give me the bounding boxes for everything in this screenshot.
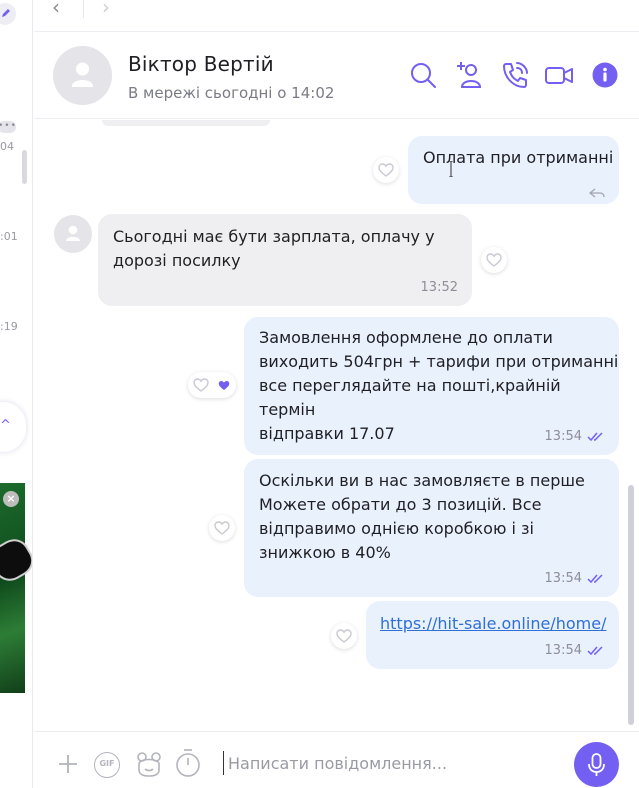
guitar-image	[0, 533, 32, 587]
forward-arrow-icon[interactable]: ›	[102, 0, 110, 17]
chat-time: :19	[0, 320, 18, 333]
like-button[interactable]	[481, 247, 507, 273]
info-icon[interactable]	[590, 60, 620, 90]
close-ad-icon[interactable]: ×	[3, 491, 19, 507]
message-meta: 13:54	[545, 567, 605, 591]
scroll-up-button[interactable]: ^	[0, 402, 26, 452]
gif-icon[interactable]: GIF	[94, 752, 120, 778]
message-meta: 13:54	[545, 425, 605, 449]
timer-icon[interactable]	[175, 748, 201, 778]
message-time: 13:54	[544, 643, 582, 658]
heart-icon	[486, 253, 502, 267]
ad-banner[interactable]	[0, 483, 32, 693]
user-placeholder-icon	[66, 225, 80, 241]
voice-message-button[interactable]	[574, 742, 619, 787]
chevron-up-icon: ^	[0, 418, 11, 433]
message-input[interactable]	[226, 747, 556, 779]
back-arrow-icon[interactable]: ‹	[52, 0, 60, 17]
sender-avatar[interactable]	[54, 215, 92, 253]
message-bubble-outgoing[interactable]: Оплата при отриманні	[408, 136, 619, 204]
heart-icon	[378, 163, 394, 177]
chat-header: Віктор Вертій В мережі сьогодні о 14:02	[34, 31, 639, 119]
message-scrollbar[interactable]	[628, 485, 634, 725]
message-time: 13:54	[544, 571, 582, 586]
message-meta: 13:54	[545, 639, 605, 663]
chat-time: :01	[0, 230, 18, 243]
message-time: 13:52	[420, 280, 458, 295]
message-bubble-outgoing[interactable]: Замовлення оформлене до оплати виходить …	[244, 317, 619, 455]
like-button[interactable]	[373, 157, 399, 183]
liked-heart-icon	[218, 381, 230, 390]
double-check-icon	[587, 432, 603, 442]
message-text: Оскільки ви в нас замовляєте в перше Мож…	[259, 471, 585, 562]
message-meta: 13:52	[421, 276, 458, 300]
message-bubble-outgoing[interactable]: https://hit-sale.online/home/ 13:54	[366, 601, 619, 669]
search-icon[interactable]	[408, 60, 438, 90]
heart-icon	[214, 521, 230, 535]
like-button[interactable]	[209, 515, 235, 541]
message-text: Сьогодні має бути зарплата, оплачу у дор…	[113, 227, 435, 270]
reactions-button[interactable]	[188, 372, 236, 398]
video-call-icon[interactable]	[544, 60, 574, 90]
microphone-icon	[588, 753, 605, 776]
double-check-icon	[587, 646, 603, 656]
double-check-icon	[587, 574, 603, 584]
contact-status: В мережі сьогодні о 14:02	[128, 84, 335, 102]
text-cursor-icon	[449, 161, 453, 177]
heart-icon	[336, 629, 352, 643]
message-time: 13:54	[544, 429, 582, 444]
message-meta	[589, 188, 605, 198]
chat-list-panel: ••• 04 :01 :19 ^ ×	[0, 0, 33, 788]
message-list[interactable]: Оплата при отриманні Сьогодні має бути з…	[34, 120, 639, 730]
contact-name[interactable]: Віктор Вертій	[128, 52, 274, 76]
contact-avatar[interactable]	[53, 46, 112, 105]
more-badge: •••	[0, 121, 16, 133]
chat-time: 04	[0, 140, 14, 153]
like-button[interactable]	[331, 623, 357, 649]
user-placeholder-icon	[72, 62, 93, 87]
message-link[interactable]: https://hit-sale.online/home/	[380, 612, 606, 636]
call-icon[interactable]	[500, 60, 530, 90]
chat-list-scrollbar[interactable]	[22, 150, 27, 184]
message-bubble-incoming[interactable]: Сьогодні має бути зарплата, оплачу у дор…	[98, 214, 472, 306]
sticker-icon[interactable]	[135, 750, 163, 778]
compose-button[interactable]	[0, 3, 16, 25]
heart-icon	[193, 378, 209, 392]
composer-bar: GIF	[34, 731, 639, 788]
nav-divider	[83, 0, 84, 18]
previous-message-bubble	[102, 120, 270, 126]
message-bubble-outgoing[interactable]: Оскільки ви в нас замовляєте в перше Мож…	[244, 459, 619, 597]
add-participant-icon[interactable]	[454, 60, 484, 90]
plus-icon[interactable]	[57, 753, 79, 775]
input-caret	[223, 751, 224, 775]
reply-icon	[589, 188, 605, 198]
pencil-icon	[2, 9, 10, 17]
